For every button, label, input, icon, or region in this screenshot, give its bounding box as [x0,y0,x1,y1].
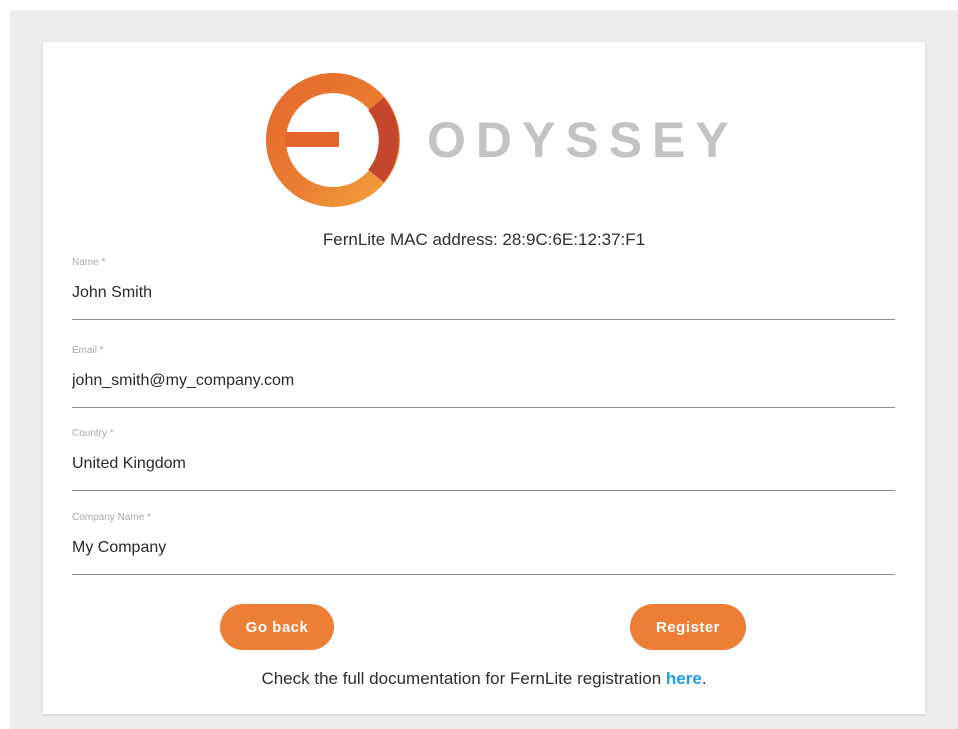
odyssey-logo: ODYSSEY [263,70,729,210]
name-label: Name * [72,257,106,268]
documentation-suffix: . [701,669,707,688]
country-field: Country * [72,428,895,491]
go-back-button[interactable]: Go back [220,604,334,650]
email-input[interactable] [72,372,895,390]
name-input[interactable] [72,284,895,302]
company-name-label: Company Name * [72,512,151,523]
odyssey-wordmark: ODYSSEY [427,112,739,168]
odyssey-logo-mark-icon [266,73,400,207]
page-background: ODYSSEY FernLite MAC address: 28:9C:6E:1… [10,10,958,729]
documentation-note: Check the full documentation for FernLit… [43,669,925,689]
documentation-text: Check the full documentation for FernLit… [261,669,666,688]
documentation-link[interactable]: here [666,669,702,688]
mac-address-text: FernLite MAC address: 28:9C:6E:12:37:F1 [322,230,646,249]
company-name-field: Company Name * [72,512,895,575]
company-name-input[interactable] [72,539,895,557]
country-input[interactable] [72,455,895,473]
email-label: Email * [72,345,104,356]
register-button[interactable]: Register [630,604,746,650]
email-field: Email * [72,345,895,408]
registration-card: ODYSSEY FernLite MAC address: 28:9C:6E:1… [43,42,925,714]
country-label: Country * [72,428,114,439]
name-field: Name * [72,257,895,320]
